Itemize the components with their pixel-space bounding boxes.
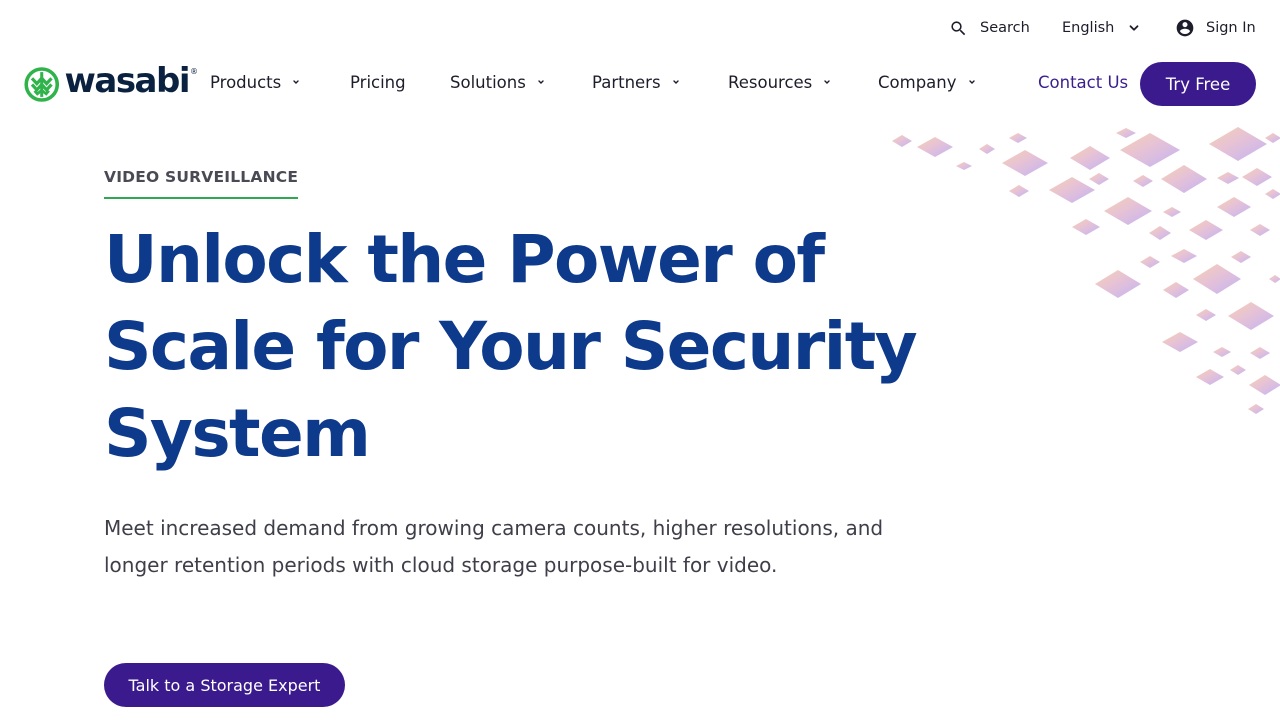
- headline-line: System: [104, 395, 371, 472]
- registered-mark: ®: [190, 66, 198, 76]
- chevron-down-icon: [672, 80, 679, 84]
- chevron-down-icon: [538, 80, 544, 84]
- headline-line: Unlock the Power of: [104, 221, 825, 298]
- contact-us-link[interactable]: Contact Us: [1038, 70, 1128, 94]
- sign-in-link[interactable]: Sign In: [1175, 16, 1256, 40]
- decorative-diamond-pattern: [892, 127, 1280, 414]
- search-icon: [951, 20, 966, 35]
- eyebrow-label: VIDEO SURVEILLANCE: [104, 168, 299, 199]
- nav-label: Partners: [592, 72, 661, 92]
- nav-company[interactable]: Company: [878, 70, 977, 94]
- chevron-down-icon: [1129, 25, 1139, 31]
- nav-label: Company: [878, 72, 957, 92]
- nav-label: Products: [210, 72, 282, 92]
- language-label: English: [1062, 20, 1115, 36]
- try-free-button[interactable]: Try Free: [1140, 62, 1256, 106]
- nav-solutions[interactable]: Solutions: [450, 70, 546, 94]
- wasabi-logo[interactable]: wasabi ®: [24, 62, 198, 106]
- chevron-down-icon: [824, 80, 830, 84]
- search-label: Search: [980, 20, 1030, 36]
- sign-in-label: Sign In: [1206, 20, 1256, 36]
- nav-label: Solutions: [450, 72, 526, 92]
- nav-label: Pricing: [350, 72, 406, 92]
- chevron-down-icon: [293, 80, 299, 84]
- nav-pricing[interactable]: Pricing: [350, 70, 406, 94]
- account-circle-icon: [1176, 19, 1194, 37]
- logo-wordmark: wasabi: [64, 61, 190, 101]
- wasabi-logo-icon: [24, 66, 60, 102]
- nav-label: Resources: [728, 72, 813, 92]
- language-selector[interactable]: English: [1062, 16, 1140, 40]
- nav-resources[interactable]: Resources: [728, 70, 832, 94]
- hero-description: Meet increased demand from growing camer…: [104, 516, 884, 577]
- chevron-down-icon: [968, 80, 975, 84]
- headline-line: Scale for Your Security: [104, 308, 918, 385]
- utility-bar: Search English Sign In: [0, 0, 1280, 56]
- search-button[interactable]: Search: [949, 16, 1030, 40]
- nav-partners[interactable]: Partners: [592, 70, 681, 94]
- talk-to-expert-button[interactable]: Talk to a Storage Expert: [104, 663, 345, 707]
- nav-products[interactable]: Products: [210, 70, 301, 94]
- hero-headline: Unlock the Power of Scale for Your Secur…: [104, 216, 924, 477]
